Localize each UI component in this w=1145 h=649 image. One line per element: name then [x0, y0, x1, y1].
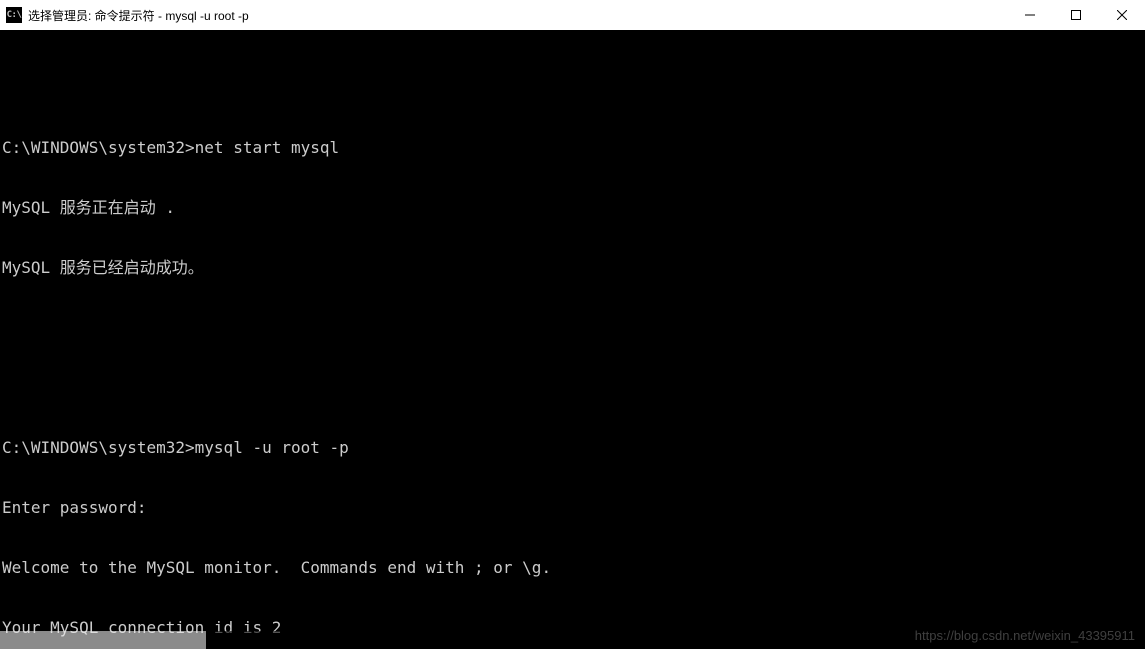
minimize-icon — [1025, 10, 1035, 20]
minimize-button[interactable] — [1007, 0, 1053, 30]
titlebar[interactable]: C:\ 选择管理员: 命令提示符 - mysql -u root -p — [0, 0, 1145, 30]
terminal-line: Welcome to the MySQL monitor. Commands e… — [2, 558, 1145, 578]
terminal-line: MySQL 服务正在启动 . — [2, 198, 1145, 218]
terminal-line — [2, 378, 1145, 398]
terminal-line: C:\WINDOWS\system32>mysql -u root -p — [2, 438, 1145, 458]
terminal-line: Enter password: — [2, 498, 1145, 518]
terminal-output[interactable]: C:\WINDOWS\system32>net start mysql MySQ… — [0, 30, 1145, 649]
maximize-button[interactable] — [1053, 0, 1099, 30]
window-title: 选择管理员: 命令提示符 - mysql -u root -p — [28, 7, 249, 24]
cmd-icon: C:\ — [6, 7, 22, 23]
close-icon — [1117, 10, 1127, 20]
terminal-line: C:\WINDOWS\system32>net start mysql — [2, 138, 1145, 158]
terminal-line — [2, 78, 1145, 98]
terminal-line: MySQL 服务已经启动成功。 — [2, 258, 1145, 278]
close-button[interactable] — [1099, 0, 1145, 30]
maximize-icon — [1071, 10, 1081, 20]
window-controls — [1007, 0, 1145, 30]
watermark-text: https://blog.csdn.net/weixin_43395911 — [915, 628, 1135, 643]
terminal-line — [2, 318, 1145, 338]
